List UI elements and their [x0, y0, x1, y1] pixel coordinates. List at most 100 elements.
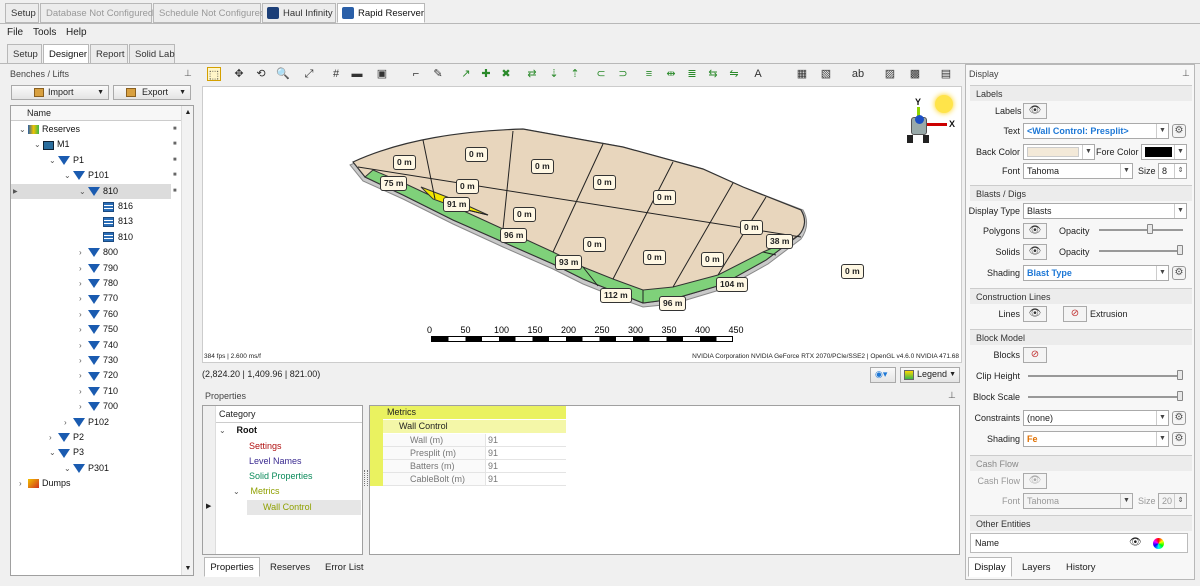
property-value[interactable]: 91 — [486, 447, 566, 460]
block-scale-slider[interactable] — [1028, 396, 1183, 398]
zoom-extents-icon[interactable]: ⤢ — [302, 67, 316, 81]
section-other-entities[interactable]: Other Entities — [970, 515, 1192, 531]
extrusion-toggle[interactable]: ⊘ — [1063, 306, 1087, 322]
tree-item[interactable]: ⌄ P301 — [11, 461, 171, 476]
model-view[interactable] — [203, 87, 963, 364]
back-color-picker[interactable]: ▼ — [1023, 144, 1095, 160]
splitter[interactable] — [364, 470, 368, 486]
chevron-right-icon[interactable]: › — [49, 430, 58, 445]
polygon-icon[interactable]: ⌐ — [409, 67, 423, 81]
chevron-down-icon[interactable]: ⌄ — [49, 153, 58, 168]
category-settings[interactable]: Settings — [249, 439, 282, 454]
tree-item[interactable]: ⌄ 810 ■ — [11, 183, 177, 199]
tree-item[interactable]: ⌄ M1 ■ — [11, 137, 177, 152]
tree-scrollbar[interactable]: ▲ ▼ — [181, 106, 193, 575]
chevron-right-icon[interactable]: › — [79, 353, 88, 368]
tree-item[interactable]: › 720 — [11, 368, 171, 383]
solids-opacity-slider[interactable] — [1099, 250, 1183, 252]
flip-icon[interactable]: ⇋ — [727, 67, 741, 81]
display-tab-display[interactable]: Display — [968, 557, 1012, 577]
solids-opacity-knob[interactable] — [1177, 245, 1183, 255]
block-label[interactable]: 104 m — [716, 277, 749, 292]
more-icon[interactable]: ▤ — [939, 67, 953, 81]
tree-item[interactable]: ⌄ Reserves ■ — [11, 122, 177, 137]
property-value[interactable]: 91 — [486, 460, 566, 473]
clip-height-knob[interactable] — [1177, 370, 1183, 380]
category-metrics[interactable]: ⌄ Metrics — [233, 484, 280, 499]
bm-shading-select[interactable]: Fe ▼ — [1023, 431, 1169, 447]
pin-icon[interactable]: ⊥ — [1182, 68, 1190, 79]
move-icon[interactable]: ⇄ — [525, 67, 539, 81]
polygons-opacity-knob[interactable] — [1147, 224, 1153, 234]
category-root[interactable]: ⌄ Root — [219, 423, 257, 438]
link-icon[interactable]: ⊂ — [594, 67, 608, 81]
lines-eye-toggle[interactable]: 👁 — [1023, 306, 1047, 322]
grid-icon[interactable]: # — [329, 67, 343, 81]
display-tab-history[interactable]: History — [1066, 562, 1096, 573]
block-label[interactable]: 0 m — [583, 237, 606, 252]
block-label[interactable]: 0 m — [593, 175, 616, 190]
constraints-select[interactable]: (none) ▼ — [1023, 410, 1169, 426]
section-cash-flow[interactable]: Cash Flow — [970, 455, 1192, 471]
tree-item[interactable]: › 710 — [11, 384, 171, 399]
tree-item[interactable]: › P102 — [11, 415, 171, 430]
chevron-right-icon[interactable]: › — [79, 245, 88, 260]
unlink-icon[interactable]: ⊃ — [616, 67, 630, 81]
distribute-icon[interactable]: ⇆ — [706, 67, 720, 81]
block-label[interactable]: 112 m — [600, 288, 632, 303]
chevron-right-icon[interactable]: › — [79, 368, 88, 383]
block-label[interactable]: 0 m — [701, 252, 724, 267]
tree-item[interactable]: › 780 — [11, 276, 171, 291]
block-label[interactable]: 0 m — [513, 207, 536, 222]
pan-icon[interactable]: ✥ — [232, 67, 246, 81]
menu-tools[interactable]: Tools — [33, 27, 56, 38]
legend-button[interactable]: Legend ▼ — [900, 367, 960, 383]
pin-icon[interactable]: ⊥ — [184, 68, 192, 79]
eye-icon[interactable]: 👁 — [1129, 537, 1142, 548]
align-bottom-icon[interactable]: ≣ — [685, 67, 699, 81]
measure-icon[interactable]: ▬ — [350, 67, 364, 81]
remove-icon[interactable]: ⇡ — [568, 67, 582, 81]
bm-shading-settings-icon[interactable]: ⚙ — [1172, 432, 1186, 446]
tree-item[interactable]: › 700 — [11, 399, 171, 414]
app-tab-schedule[interactable]: Schedule Not Configured — [153, 3, 265, 23]
display-tab-layers[interactable]: Layers — [1022, 562, 1051, 573]
tree-item[interactable]: › P2 — [11, 430, 171, 445]
cf-size-stepper[interactable]: 20 ⇕ — [1158, 493, 1187, 509]
labels-eye-toggle[interactable]: 👁 — [1023, 103, 1047, 119]
tree-item[interactable]: › 760 — [11, 307, 171, 322]
fore-color-picker[interactable]: ▼ — [1141, 144, 1187, 160]
block-label[interactable]: 0 m — [456, 179, 479, 194]
chevron-down-icon[interactable]: ⌄ — [34, 137, 43, 152]
block-label[interactable]: 91 m — [443, 197, 471, 212]
block-label[interactable]: 0 m — [393, 155, 416, 170]
chevron-down-icon[interactable]: ⌄ — [49, 445, 58, 460]
block-label[interactable]: 75 m — [380, 176, 408, 191]
blast-shading-settings-icon[interactable]: ⚙ — [1172, 266, 1186, 280]
rename-icon[interactable]: A — [751, 67, 765, 81]
tree-item[interactable]: › 730 — [11, 353, 171, 368]
category-solid-properties[interactable]: Solid Properties — [249, 469, 313, 484]
app-tab-database[interactable]: Database Not Configured — [40, 3, 153, 23]
subtab-solid-lab[interactable]: Solid Lab — [129, 44, 175, 64]
tree-item[interactable]: › 800 — [11, 245, 171, 260]
cash-flow-eye-toggle[interactable]: 👁 — [1023, 473, 1047, 489]
viewport-3d[interactable]: 0 m 0 m 0 m 0 m 0 m 0 m 0 m 0 m 0 m 0 m 0 m 0 m 75 m… — [202, 86, 962, 363]
polygons-eye-toggle[interactable]: 👁 — [1023, 223, 1047, 239]
app-tab-rapid-reserver[interactable]: Rapid Reserver — [337, 3, 425, 23]
section-labels[interactable]: Labels — [970, 85, 1192, 101]
chevron-right-icon[interactable]: › — [79, 399, 88, 414]
orbit-icon[interactable]: ⟲ — [254, 67, 268, 81]
property-value[interactable]: 91 — [486, 473, 566, 486]
other-entities-grid[interactable]: Name 👁 — [970, 533, 1188, 553]
cf-font-select[interactable]: Tahoma ▼ — [1023, 493, 1133, 509]
export-button[interactable]: Export ▼ — [113, 85, 191, 100]
pin-icon[interactable]: ⊥ — [948, 390, 956, 401]
align-top-icon[interactable]: ≡ — [642, 67, 656, 81]
tree-item[interactable]: › Dumps — [11, 476, 171, 491]
property-grid[interactable]: Metrics Wall Control Wall (m) 91 Presplit … — [369, 405, 960, 555]
section-blasts[interactable]: Blasts / Digs — [970, 185, 1192, 201]
zoom-icon[interactable]: 🔍 — [276, 67, 290, 81]
chevron-right-icon[interactable]: › — [79, 261, 88, 276]
bottom-tab-properties[interactable]: Properties — [204, 557, 260, 577]
